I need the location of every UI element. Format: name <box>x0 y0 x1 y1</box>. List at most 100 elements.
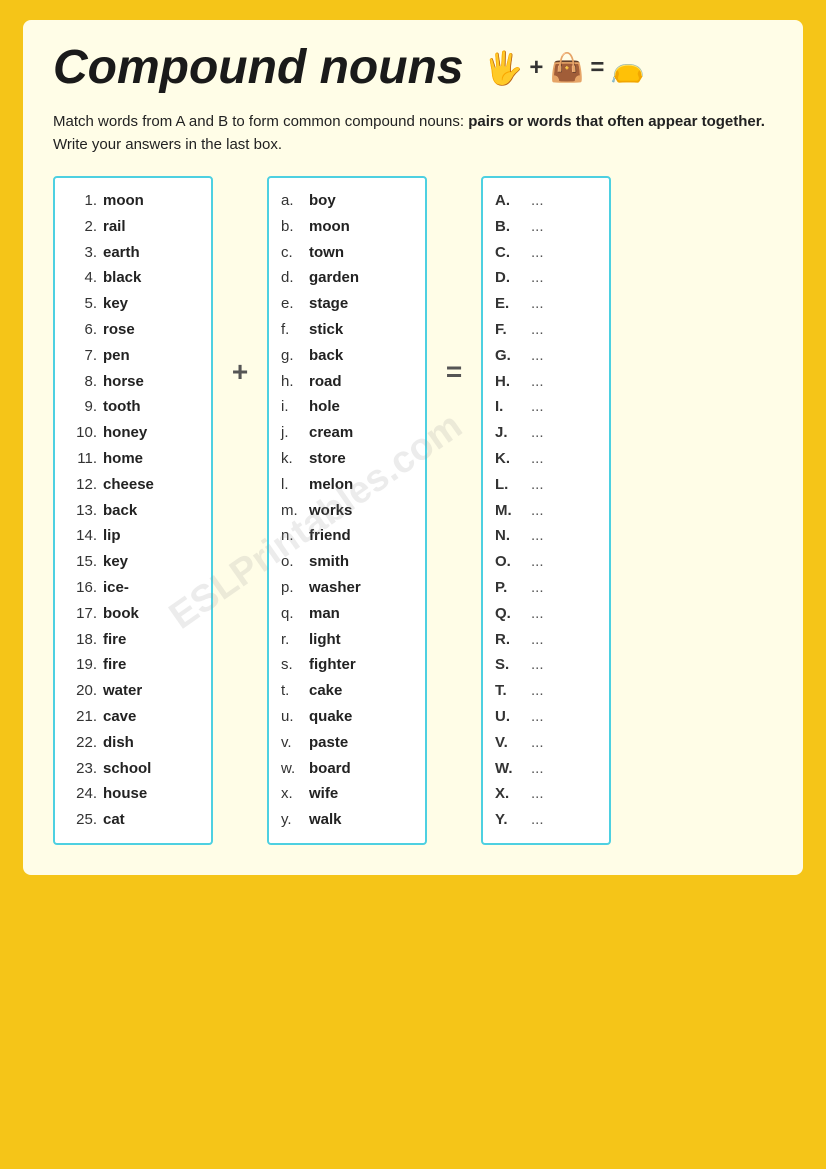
item-word: black <box>103 265 141 291</box>
list-item: g.back <box>281 343 413 369</box>
list-item: f.stick <box>281 317 413 343</box>
list-item: 19.fire <box>67 652 199 678</box>
answer-dots: ... <box>531 446 544 472</box>
list-item: 12.cheese <box>67 472 199 498</box>
item-letter: x. <box>281 781 303 807</box>
item-letter: i. <box>281 394 303 420</box>
answer-dots: ... <box>531 472 544 498</box>
answer-item: H.... <box>495 369 597 395</box>
item-letter: d. <box>281 265 303 291</box>
answer-dots: ... <box>531 523 544 549</box>
item-num: 14. <box>67 523 97 549</box>
answer-item: T.... <box>495 678 597 704</box>
list-item: 10.honey <box>67 420 199 446</box>
answer-letter: X. <box>495 781 525 807</box>
item-letter: u. <box>281 704 303 730</box>
item-word: light <box>309 627 341 653</box>
item-num: 17. <box>67 601 97 627</box>
answer-item: M.... <box>495 498 597 524</box>
item-word: board <box>309 756 351 782</box>
answer-item: S.... <box>495 652 597 678</box>
list-item: k.store <box>281 446 413 472</box>
item-word: boy <box>309 188 336 214</box>
item-word: house <box>103 781 147 807</box>
answer-letter: K. <box>495 446 525 472</box>
answer-letter: C. <box>495 240 525 266</box>
item-word: man <box>309 601 340 627</box>
item-letter: j. <box>281 420 303 446</box>
answer-dots: ... <box>531 601 544 627</box>
list-item: 13.back <box>67 498 199 524</box>
answer-letter: P. <box>495 575 525 601</box>
answer-dots: ... <box>531 730 544 756</box>
item-num: 11. <box>67 446 97 472</box>
answer-letter: F. <box>495 317 525 343</box>
answer-dots: ... <box>531 652 544 678</box>
instructions: Match words from A and B to form common … <box>53 111 773 156</box>
answer-letter: I. <box>495 394 525 420</box>
answer-item: F.... <box>495 317 597 343</box>
plus-icon: + <box>529 54 543 82</box>
item-word: quake <box>309 704 352 730</box>
answer-item: B.... <box>495 214 597 240</box>
list-item: 17.book <box>67 601 199 627</box>
list-item: 6.rose <box>67 317 199 343</box>
answer-letter: A. <box>495 188 525 214</box>
item-word: cat <box>103 807 125 833</box>
answer-dots: ... <box>531 317 544 343</box>
answer-item: L.... <box>495 472 597 498</box>
answer-letter: B. <box>495 214 525 240</box>
answer-dots: ... <box>531 678 544 704</box>
answer-item: A.... <box>495 188 597 214</box>
item-word: moon <box>103 188 144 214</box>
answer-letter: M. <box>495 498 525 524</box>
answer-item: J.... <box>495 420 597 446</box>
instruction-text2: Write your answers in the last box. <box>53 136 282 153</box>
answer-item: V.... <box>495 730 597 756</box>
item-word: rail <box>103 214 126 240</box>
list-item: 21.cave <box>67 704 199 730</box>
answer-dots: ... <box>531 704 544 730</box>
list-item: y.walk <box>281 807 413 833</box>
answer-letter: J. <box>495 420 525 446</box>
column-a: 1.moon2.rail3.earth4.black5.key6.rose7.p… <box>53 176 213 845</box>
item-word: smith <box>309 549 349 575</box>
list-item: 2.rail <box>67 214 199 240</box>
list-item: 24.house <box>67 781 199 807</box>
item-letter: b. <box>281 214 303 240</box>
list-item: u.quake <box>281 704 413 730</box>
answer-item: R.... <box>495 627 597 653</box>
list-item: 5.key <box>67 291 199 317</box>
answer-letter: O. <box>495 549 525 575</box>
item-word: stage <box>309 291 348 317</box>
answer-dots: ... <box>531 265 544 291</box>
list-item: s.fighter <box>281 652 413 678</box>
item-letter: c. <box>281 240 303 266</box>
list-item: j.cream <box>281 420 413 446</box>
bag-icon: 👜 <box>549 51 584 84</box>
item-word: road <box>309 369 342 395</box>
list-item: 23.school <box>67 756 199 782</box>
list-item: i.hole <box>281 394 413 420</box>
answer-letter: T. <box>495 678 525 704</box>
answer-item: W.... <box>495 756 597 782</box>
item-num: 18. <box>67 627 97 653</box>
item-word: ice- <box>103 575 129 601</box>
title-area: Compound nouns 🖐️ + 👜 = 👝 <box>53 40 773 95</box>
list-item: 22.dish <box>67 730 199 756</box>
answer-dots: ... <box>531 627 544 653</box>
list-item: m.works <box>281 498 413 524</box>
answer-dots: ... <box>531 549 544 575</box>
page: Compound nouns 🖐️ + 👜 = 👝 Match words fr… <box>23 20 803 875</box>
item-word: dish <box>103 730 134 756</box>
item-letter: k. <box>281 446 303 472</box>
item-word: back <box>309 343 343 369</box>
item-word: store <box>309 446 346 472</box>
item-num: 4. <box>67 265 97 291</box>
item-letter: m. <box>281 498 303 524</box>
item-letter: w. <box>281 756 303 782</box>
answer-dots: ... <box>531 369 544 395</box>
list-item: 14.lip <box>67 523 199 549</box>
answer-dots: ... <box>531 343 544 369</box>
list-item: o.smith <box>281 549 413 575</box>
